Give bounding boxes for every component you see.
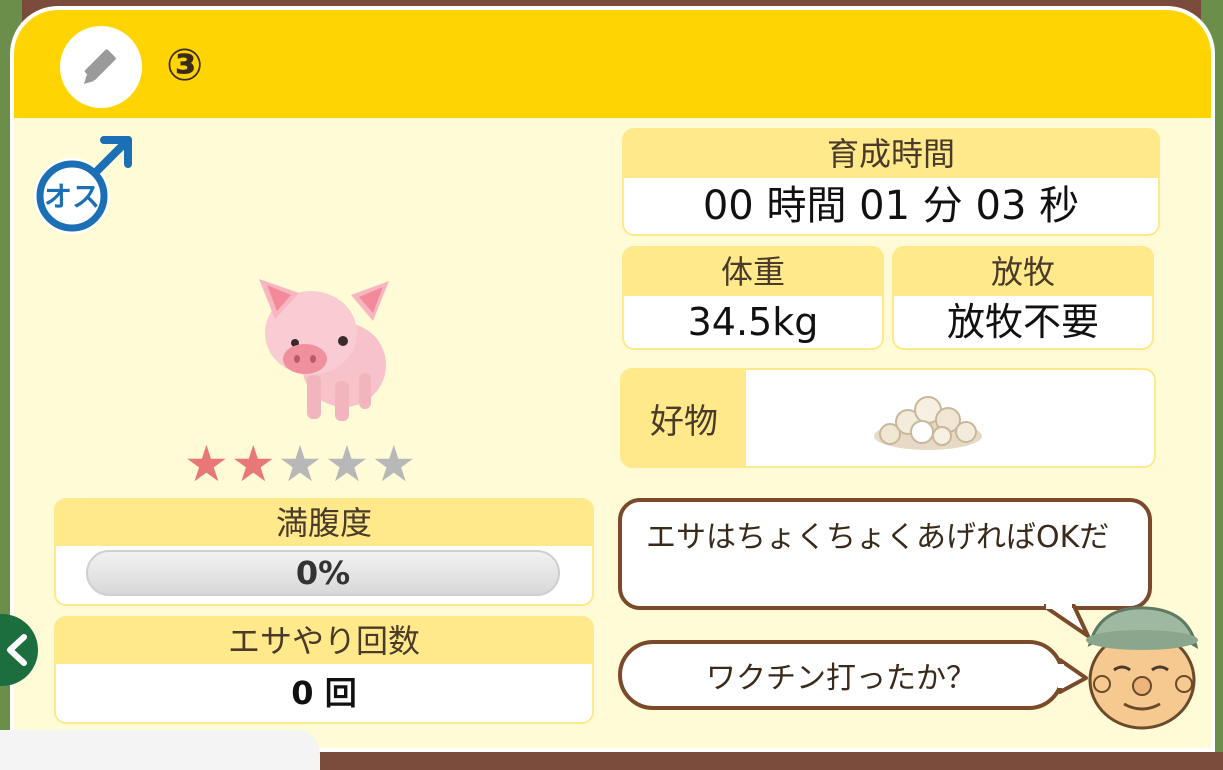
weight-box: 体重 34.5kg xyxy=(622,246,884,350)
feed-count-box: エサやり回数 0 回 xyxy=(54,616,594,724)
pig-status-panel: ③ オス ★ ★ ★ ★ ★ 満腹度 0% エサやり回数 0 回 育成時間 00… xyxy=(10,6,1215,752)
gender-label: オス xyxy=(44,180,100,213)
bottom-tab xyxy=(0,730,320,770)
feed-pile-icon xyxy=(874,396,982,450)
favorite-food-box: 好物 xyxy=(620,368,1156,468)
star-icon: ★ xyxy=(230,435,276,493)
grazing-label: 放牧 xyxy=(990,253,1055,291)
satiety-label: 満腹度 xyxy=(275,504,372,542)
weight-value: 34.5kg xyxy=(624,296,882,348)
grazing-box: 放牧 放牧不要 xyxy=(892,246,1154,350)
star-icon: ★ xyxy=(371,435,417,493)
growth-time-label: 育成時間 xyxy=(826,135,955,173)
feed-count-value: 0 回 xyxy=(56,664,592,722)
rating-stars: ★ ★ ★ ★ ★ xyxy=(184,438,416,490)
star-icon: ★ xyxy=(277,435,323,493)
chevron-left-icon xyxy=(7,634,27,666)
tip-speech-bubble: エサはちょくちょくあげればOKだ xyxy=(618,498,1152,610)
star-icon: ★ xyxy=(184,435,229,493)
grazing-value: 放牧不要 xyxy=(894,296,1152,348)
weight-label: 体重 xyxy=(720,253,785,291)
question-speech-bubble[interactable]: ワクチン打ったか？ xyxy=(618,640,1064,710)
satiety-value: 0% xyxy=(295,554,351,592)
feed-count-label: エサやり回数 xyxy=(227,622,420,660)
satiety-progress-bar: 0% xyxy=(86,550,560,596)
panel-header: ③ xyxy=(14,10,1211,118)
star-icon: ★ xyxy=(324,435,370,493)
growth-time-value: 00 時間 01 分 03 秒 xyxy=(624,178,1158,234)
satiety-box: 満腹度 0% xyxy=(54,498,594,606)
growth-time-box: 育成時間 00 時間 01 分 03 秒 xyxy=(622,128,1160,236)
edit-name-button[interactable] xyxy=(60,26,142,108)
pencil-icon xyxy=(84,49,116,84)
satiety-body: 0% xyxy=(56,546,592,604)
favorite-label: 好物 xyxy=(622,370,746,466)
pig-number: ③ xyxy=(166,40,204,91)
pig-image xyxy=(259,279,389,421)
farmer-avatar xyxy=(1086,606,1199,730)
male-gender-icon: オス xyxy=(34,136,132,234)
